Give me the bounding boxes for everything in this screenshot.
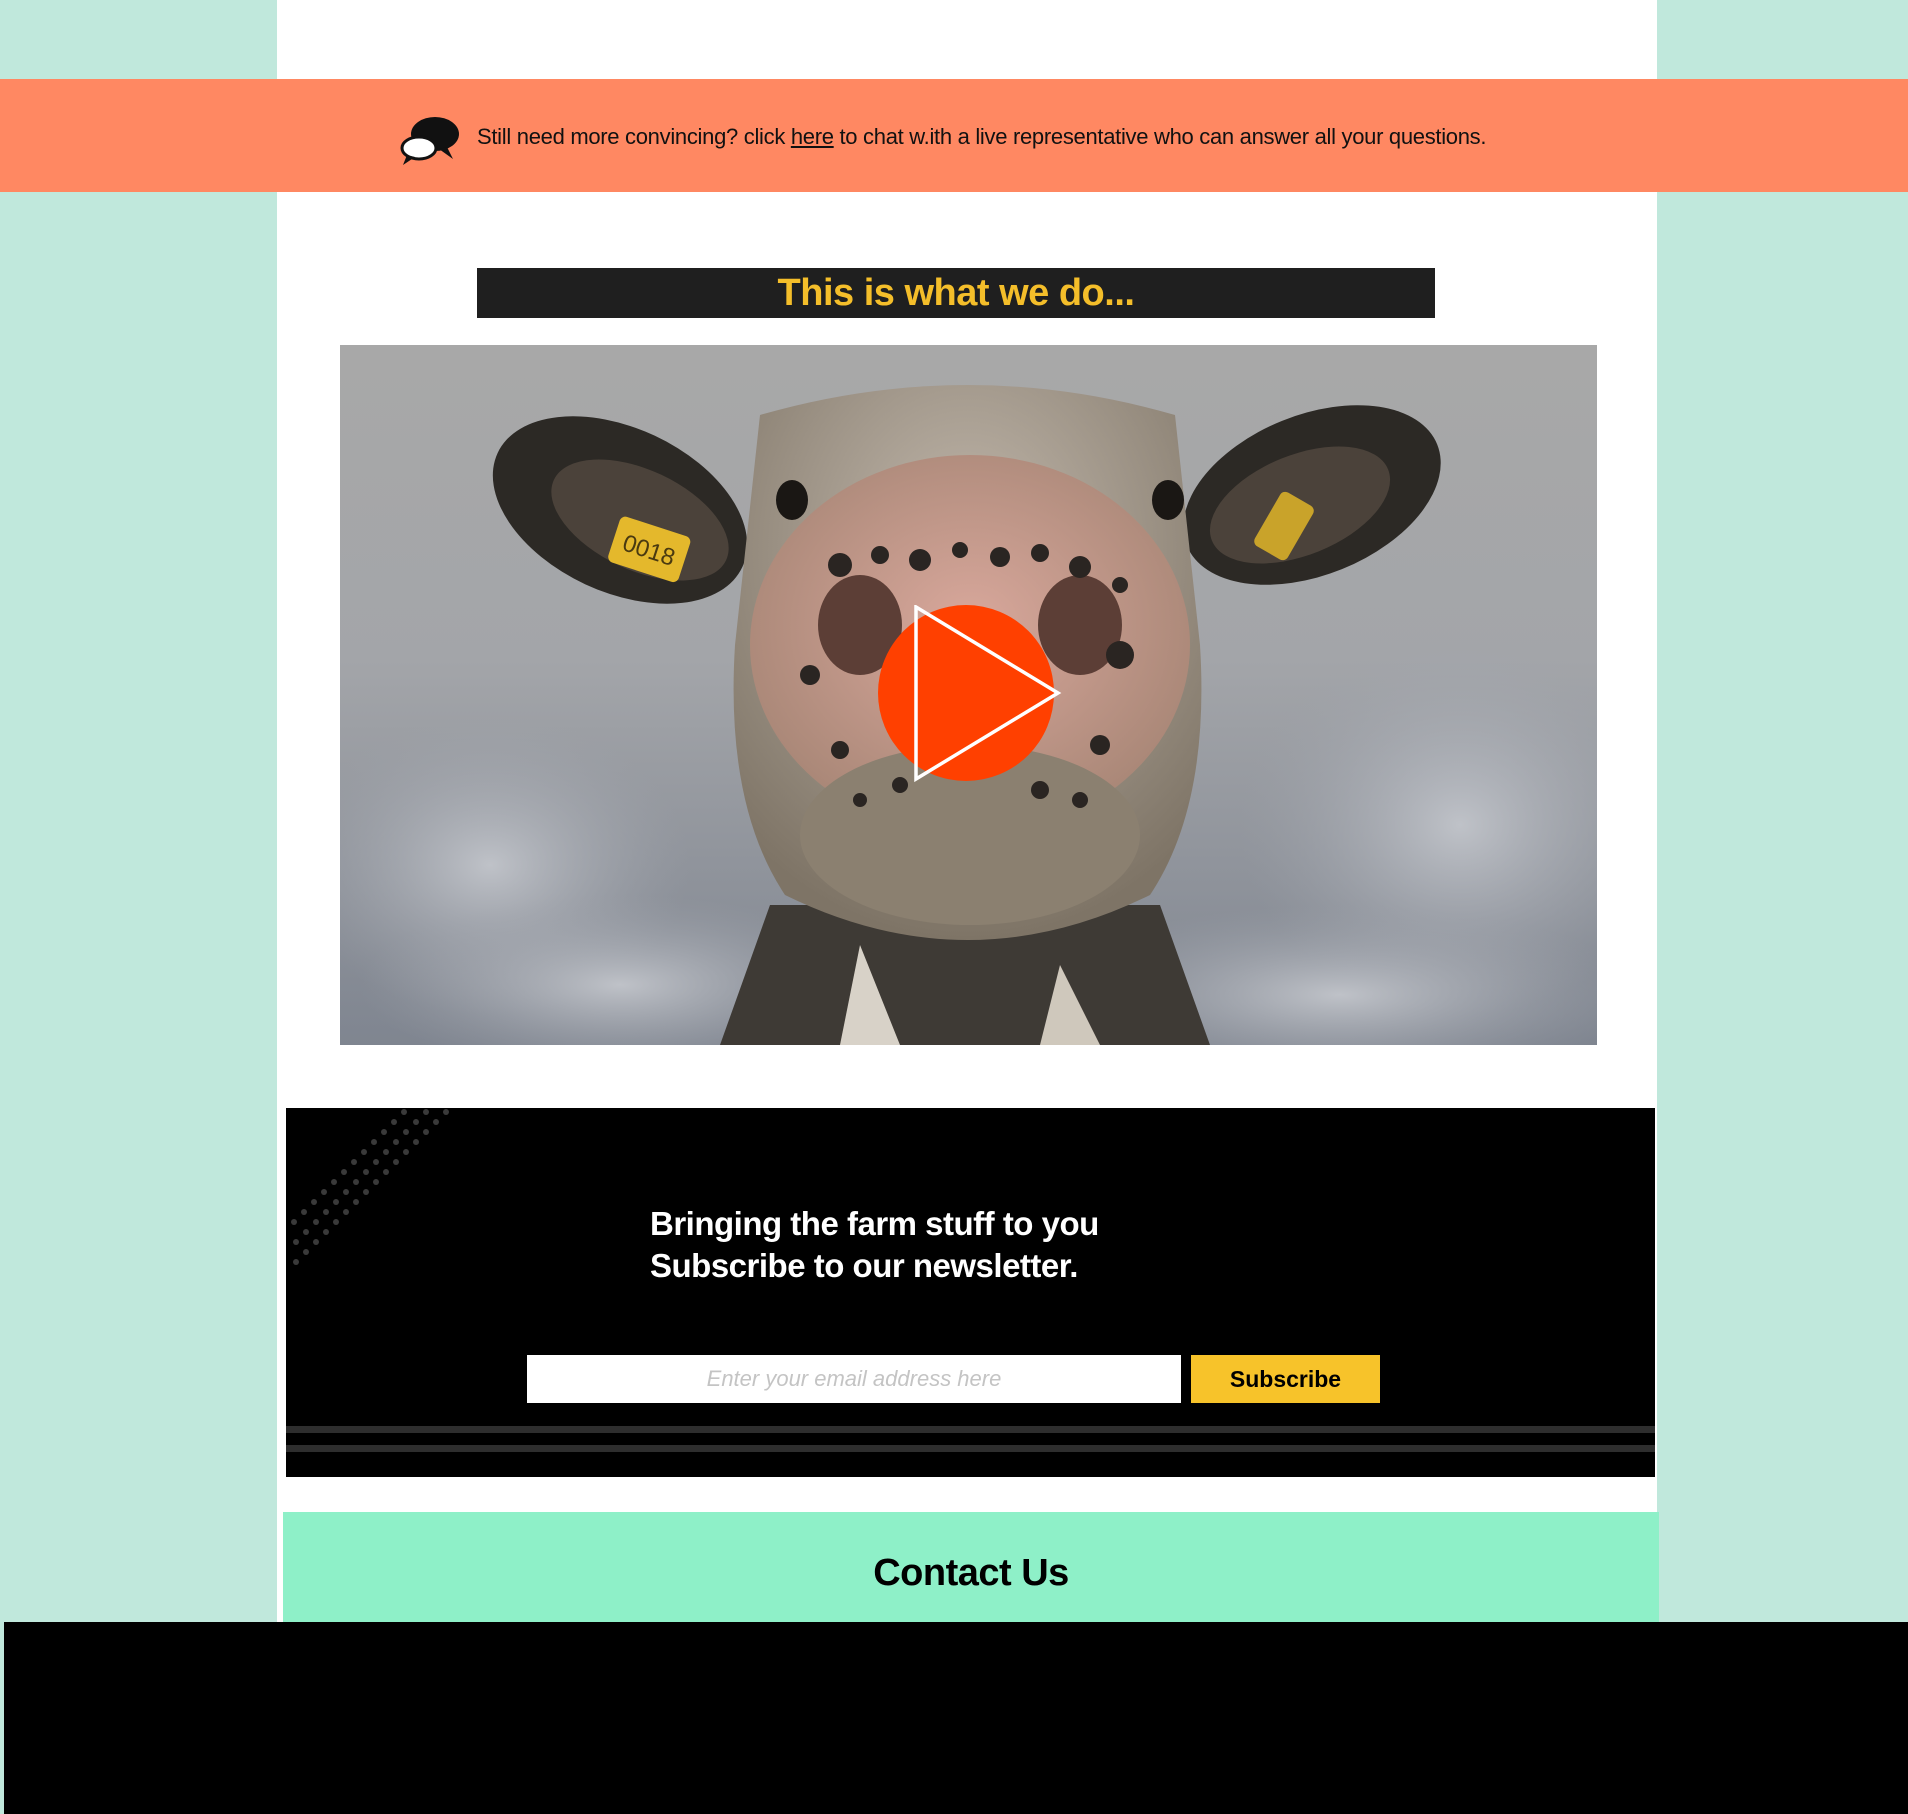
chat-bubbles-icon [400, 117, 459, 165]
banner-text-after: to chat w.ith a live representative who … [833, 124, 1487, 149]
footer [4, 1622, 1908, 1814]
newsletter-tagline: Bringing the farm stuff to you [650, 1205, 1099, 1242]
section-heading-bar: This is what we do... [477, 268, 1435, 318]
contact-section: Contact Us [283, 1512, 1659, 1622]
play-icon[interactable] [878, 605, 1068, 785]
decorative-stripe [286, 1445, 1655, 1452]
chat-link[interactable]: here [791, 124, 834, 149]
subscribe-button[interactable]: Subscribe [1191, 1355, 1380, 1403]
video-player[interactable]: 0018 [340, 345, 1597, 1045]
banner-text-before: Still need more convincing? click [477, 124, 791, 149]
newsletter-subtitle: Subscribe to our newsletter. [650, 1247, 1078, 1284]
banner-message: Still need more convincing? click here t… [477, 124, 1487, 150]
email-input[interactable] [527, 1355, 1181, 1403]
newsletter-section: Bringing the farm stuff to you Subscribe… [286, 1108, 1655, 1477]
section-heading: This is what we do... [777, 271, 1135, 314]
contact-title: Contact Us [873, 1552, 1069, 1594]
decorative-stripe [286, 1426, 1655, 1433]
decorative-dots [291, 1109, 449, 1265]
